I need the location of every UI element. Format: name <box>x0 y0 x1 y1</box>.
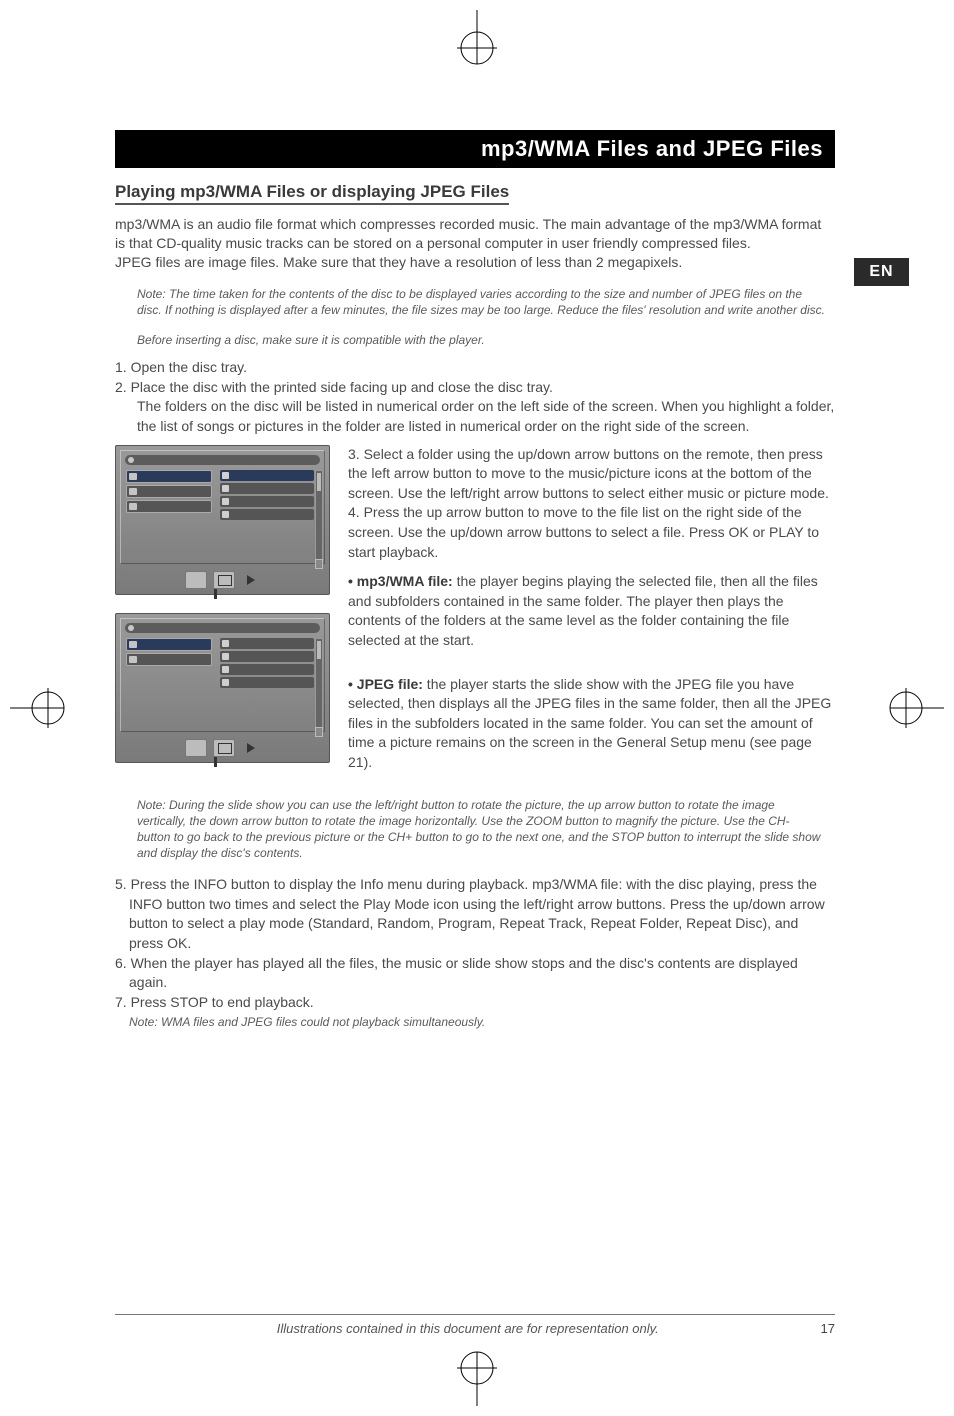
step-6: 6. When the player has played all the fi… <box>115 954 835 993</box>
note-simultaneous-playback: Note: WMA files and JPEG files could not… <box>129 1014 825 1030</box>
screenshot-music-browser <box>115 445 330 595</box>
step-3: 3. Select a folder using the up/down arr… <box>348 446 829 501</box>
play-icon <box>241 572 261 588</box>
step-5: 5. Press the INFO button to display the … <box>115 875 835 953</box>
crop-mark-top <box>447 10 507 70</box>
steps-1-2: 1. Open the disc tray. 2. Place the disc… <box>115 358 835 436</box>
music-mode-icon <box>185 571 207 589</box>
language-tab: EN <box>854 258 909 286</box>
step-1: 1. Open the disc tray. <box>115 358 835 378</box>
mp3-bullet-label: • mp3/WMA file: <box>348 573 453 589</box>
intro-paragraph: mp3/WMA is an audio file format which co… <box>115 215 835 272</box>
note-slideshow-controls: Note: During the slide show you can use … <box>137 797 825 862</box>
illustration-and-text: 3. Select a folder using the up/down arr… <box>115 445 835 783</box>
note-display-time: Note: The time taken for the contents of… <box>137 286 825 318</box>
step-4: 4. Press the up arrow button to move to … <box>348 504 819 559</box>
step-2-detail: The folders on the disc will be listed i… <box>137 397 835 436</box>
step-2: 2. Place the disc with the printed side … <box>115 378 835 398</box>
steps-5-7: 5. Press the INFO button to display the … <box>115 875 835 1030</box>
page: EN mp3/WMA Files and JPEG Files Playing … <box>0 0 954 1416</box>
crop-mark-bottom <box>447 1346 507 1406</box>
page-number: 17 <box>821 1321 835 1336</box>
play-icon <box>241 740 261 756</box>
footer-text: Illustrations contained in this document… <box>277 1321 659 1336</box>
step-7: 7. Press STOP to end playback. <box>115 993 835 1013</box>
section-subheading: Playing mp3/WMA Files or displaying JPEG… <box>115 182 509 205</box>
photo-mode-icon <box>213 739 235 757</box>
crop-mark-right <box>884 678 944 738</box>
screenshot-photo-browser <box>115 613 330 763</box>
thumbnail-column <box>115 445 330 783</box>
content-area: mp3/WMA Files and JPEG Files Playing mp3… <box>115 130 835 1031</box>
music-mode-icon <box>185 739 207 757</box>
crop-mark-left <box>10 678 70 738</box>
steps-3-4-bullets: 3. Select a folder using the up/down arr… <box>348 445 835 783</box>
jpeg-bullet-label: • JPEG file: <box>348 676 423 692</box>
photo-mode-icon <box>213 571 235 589</box>
section-banner: mp3/WMA Files and JPEG Files <box>115 130 835 168</box>
page-footer: Illustrations contained in this document… <box>115 1314 835 1336</box>
note-compatibility: Before inserting a disc, make sure it is… <box>137 332 825 348</box>
